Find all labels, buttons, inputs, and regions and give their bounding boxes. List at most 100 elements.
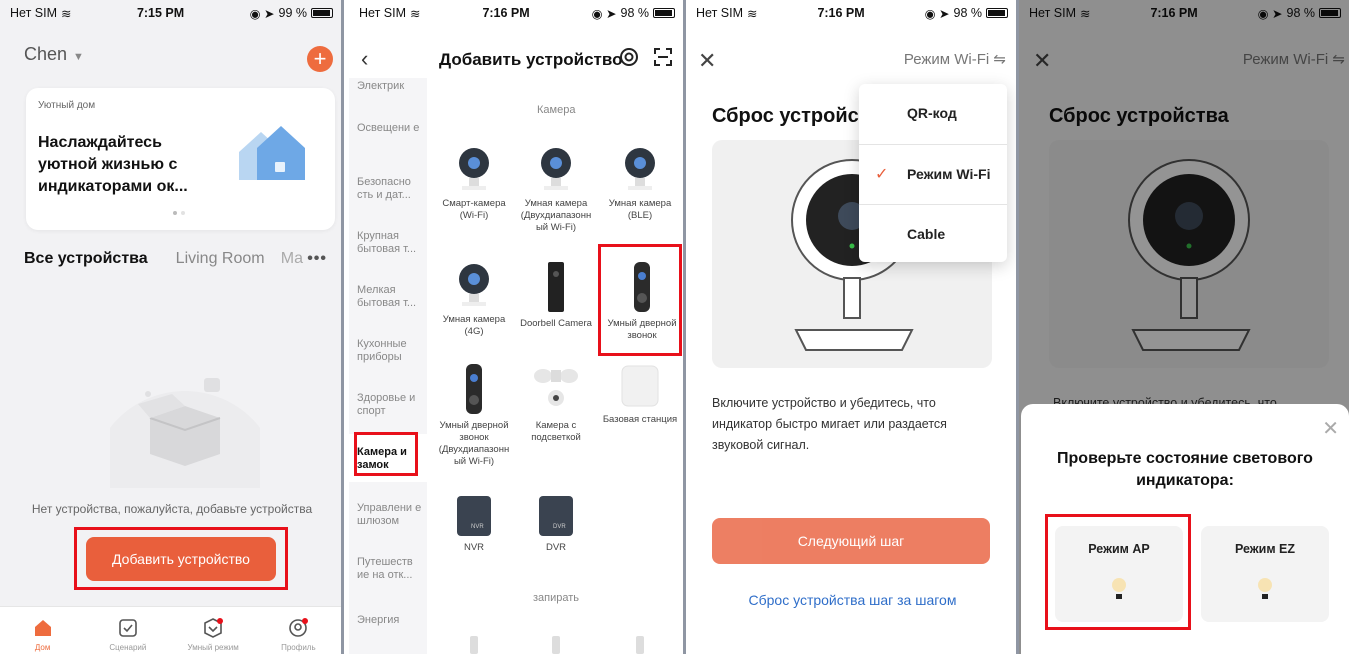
doorbell-icon xyxy=(548,262,564,312)
banner-title: Наслаждайтесь уютной жизнью с индикатора… xyxy=(38,134,188,195)
carrier-text: Нет SIM xyxy=(10,6,57,20)
category-lighting[interactable]: Освещени е xyxy=(357,122,425,135)
device-smart-doorbell-dualband[interactable]: Умный дверной звонок (Двухдиапазонн ый W… xyxy=(433,364,515,468)
tab-all-devices[interactable]: Все устройства xyxy=(24,250,148,268)
checkbox-icon xyxy=(119,619,137,637)
mode-ez-card[interactable]: Режим EZ xyxy=(1201,526,1329,622)
wifi-icon: ≋ xyxy=(410,6,421,21)
doorbell-icon xyxy=(466,364,482,414)
nvr-icon xyxy=(457,496,491,536)
tab-living-room[interactable]: Living Room xyxy=(176,250,265,268)
nvr-tag: NVR xyxy=(471,524,484,530)
tab-more-partial[interactable]: Ma xyxy=(281,250,303,268)
page-title: Сброс устройст xyxy=(712,105,869,127)
home-selector[interactable]: Chen ▼ xyxy=(24,44,84,65)
category-electric[interactable]: Электрик xyxy=(357,80,425,93)
mode-selector[interactable]: Режим Wi-Fi ⇋ xyxy=(904,50,1006,68)
category-sidebar: Электрик Освещени е Безопасно сть и дат.… xyxy=(349,78,427,654)
reset-step-by-step-link[interactable]: Сброс устройства шаг за шагом xyxy=(686,592,1016,608)
back-chevron-icon[interactable]: ‹ xyxy=(361,46,368,72)
caret-down-icon: ▼ xyxy=(73,51,84,63)
device-floodlight-camera[interactable]: Камера с подсветкой xyxy=(515,364,597,444)
bottom-navigation: Дом Сценарий Умный режим Профиль xyxy=(0,606,341,654)
category-gateway[interactable]: Управлени е шлюзом xyxy=(357,502,425,528)
banner-subtitle: Уютный дом xyxy=(38,100,96,111)
location-icon: ◉ ➤ xyxy=(924,6,950,21)
checkmark-icon: ✓ xyxy=(875,165,889,183)
dropdown-item-wifi[interactable]: ✓ Режим Wi-Fi xyxy=(859,144,1007,202)
nav-profile-label: Профиль xyxy=(281,643,316,652)
nav-profile[interactable]: Профиль xyxy=(263,607,333,654)
nav-home[interactable]: Дом xyxy=(8,607,78,654)
battery-percent: 99 % xyxy=(278,6,308,20)
device-label: Камера с подсветкой xyxy=(531,420,581,443)
nav-home-label: Дом xyxy=(34,643,51,652)
nav-smart[interactable]: Умный режим xyxy=(178,607,248,654)
home-name: Chen xyxy=(24,44,68,64)
status-bar: Нет SIM ≋ 7:16 PM ◉ ➤ 98 % xyxy=(686,0,1016,26)
category-kitchen[interactable]: Кухонные приборы xyxy=(357,338,425,364)
more-tabs-icon[interactable]: ••• xyxy=(307,250,327,268)
empty-box-icon xyxy=(110,378,260,488)
camera-icon xyxy=(541,148,571,190)
device-doorbell-camera[interactable]: Doorbell Camera xyxy=(515,262,597,330)
carrier-text: Нет SIM xyxy=(696,6,743,20)
mode-ez-label: Режим EZ xyxy=(1234,542,1296,556)
device-label: Doorbell Camera xyxy=(520,318,592,329)
device-label: Умный дверной звонок (Двухдиапазонн ый W… xyxy=(438,420,510,467)
dropdown-item-cable[interactable]: Cable xyxy=(859,204,1007,262)
battery-icon xyxy=(311,8,333,18)
dropdown-item-qr[interactable]: QR-код xyxy=(859,84,1007,142)
battery-icon xyxy=(653,8,675,18)
section-camera-title: Камера xyxy=(537,104,576,116)
instructions-text: Включите устройство и убедитесь, что инд… xyxy=(712,396,947,452)
wifi-icon: ≋ xyxy=(61,6,72,21)
nav-scenario[interactable]: Сценарий xyxy=(93,607,163,654)
dvr-tag: DVR xyxy=(553,524,566,530)
header-actions xyxy=(619,47,673,67)
add-device-screen: Нет SIM ≋ 7:16 PM ◉ ➤ 98 % ‹ Добавить устр… xyxy=(349,0,686,654)
indicator-sheet: ✕ Проверьте состояние светового индикато… xyxy=(1021,404,1349,654)
category-travel[interactable]: Путешеств ие на отк... xyxy=(357,556,425,582)
device-label: Умная камера (BLE) xyxy=(608,198,672,221)
category-health[interactable]: Здоровье и спорт xyxy=(357,392,425,418)
clock: 7:16 PM xyxy=(817,6,865,20)
section-lock-title: запирать xyxy=(533,592,580,604)
device-smart-camera-wifi[interactable]: Смарт-камера (Wi-Fi) xyxy=(433,146,515,222)
scan-device-icon[interactable] xyxy=(619,47,639,67)
location-icon: ◉ ➤ xyxy=(249,6,275,21)
qr-scan-icon[interactable] xyxy=(653,47,673,67)
device-label: Базовая станция xyxy=(602,414,678,425)
mode-dropdown: QR-код ✓ Режим Wi-Fi Cable xyxy=(859,84,1007,262)
add-plus-button[interactable]: + xyxy=(307,46,333,72)
status-bar: Нет SIM ≋ 7:15 PM ◉ ➤ 99 % xyxy=(0,0,341,26)
category-small-appliances[interactable]: Мелкая бытовая т... xyxy=(357,284,425,310)
base-station-icon xyxy=(621,365,659,407)
highlight-box xyxy=(354,432,418,476)
device-smart-camera-4g[interactable]: Умная камера (4G) xyxy=(433,262,515,338)
dropdown-item-wifi-label: Режим Wi-Fi xyxy=(907,165,991,182)
carrier-text: Нет SIM xyxy=(359,6,406,20)
device-label: Смарт-камера (Wi-Fi) xyxy=(442,198,506,221)
home-banner-card[interactable]: Уютный дом Наслаждайтесь уютной жизнью с… xyxy=(26,88,335,230)
lock-device-preview xyxy=(552,636,560,654)
smart-icon xyxy=(204,618,224,638)
device-label: DVR xyxy=(545,542,567,553)
device-label: NVR xyxy=(463,542,485,553)
profile-icon xyxy=(289,618,309,637)
category-large-appliances[interactable]: Крупная бытовая т... xyxy=(357,230,425,256)
next-step-button[interactable]: Следующий шаг xyxy=(712,518,990,564)
device-label: Умная камера (Двухдиапазонн ый Wi-Fi) xyxy=(520,198,592,233)
close-icon[interactable]: ✕ xyxy=(1322,416,1339,441)
device-base-station[interactable]: Базовая станция xyxy=(599,364,681,426)
category-security[interactable]: Безопасно сть и дат... xyxy=(357,176,425,202)
device-smart-camera-ble[interactable]: Умная камера (BLE) xyxy=(599,146,681,222)
close-icon[interactable]: ✕ xyxy=(698,48,716,74)
empty-state-text: Нет устройства, пожалуйста, добавьте уст… xyxy=(31,502,313,516)
category-energy[interactable]: Энергия xyxy=(357,614,425,627)
device-smart-camera-dualband[interactable]: Умная камера (Двухдиапазонн ый Wi-Fi) xyxy=(515,146,597,234)
location-icon: ◉ ➤ xyxy=(591,6,617,21)
bulb-icon xyxy=(1258,578,1272,599)
carousel-dots xyxy=(173,211,185,215)
home-icon xyxy=(34,620,51,636)
